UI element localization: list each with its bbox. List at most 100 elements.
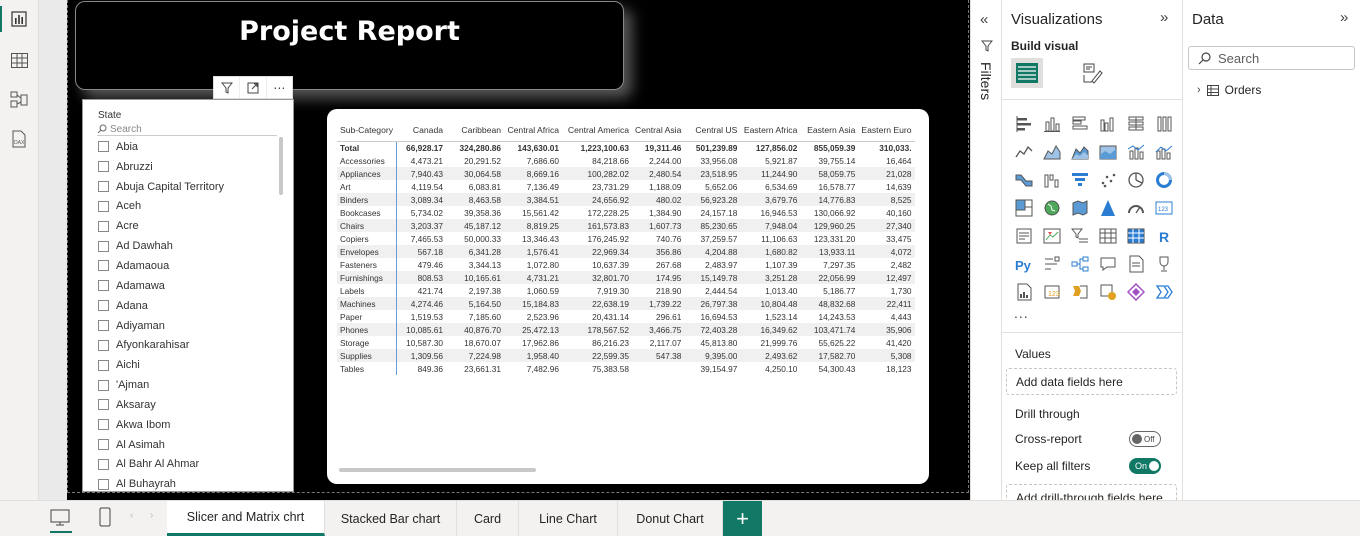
funnel-chart-icon[interactable] <box>1066 166 1094 194</box>
page-tab[interactable]: Card <box>457 501 519 536</box>
page-tab[interactable]: Donut Chart <box>618 501 723 536</box>
matrix-icon[interactable] <box>1122 222 1150 250</box>
stacked-column-chart-icon[interactable] <box>1038 110 1066 138</box>
data-search-input[interactable]: Search <box>1188 46 1355 70</box>
slicer-checkbox[interactable] <box>98 300 109 312</box>
line-chart-icon[interactable] <box>1010 138 1038 166</box>
clustered-column-chart-icon[interactable] <box>1094 110 1122 138</box>
slicer-item[interactable]: Al Buhayrah <box>98 474 278 491</box>
slicer-icon[interactable] <box>1066 222 1094 250</box>
smart-narrative-icon[interactable] <box>1122 250 1150 278</box>
goals-icon[interactable] <box>1150 250 1178 278</box>
treemap-icon[interactable] <box>1010 194 1038 222</box>
100-stacked-area-icon[interactable] <box>1094 138 1122 166</box>
expand-filters-icon[interactable]: « <box>980 11 988 28</box>
matrix-horizontal-scrollbar[interactable] <box>339 468 536 472</box>
stacked-area-chart-icon[interactable] <box>1066 138 1094 166</box>
power-automate-icon[interactable] <box>1066 278 1094 306</box>
matrix-column-header[interactable]: Eastern Euro <box>858 120 915 142</box>
r-script-visual-icon[interactable]: R <box>1150 222 1178 250</box>
cross-report-toggle[interactable]: Off <box>1129 431 1161 447</box>
slicer-checkbox[interactable] <box>98 280 109 292</box>
scroll-tabs-right-icon[interactable]: › <box>150 510 153 521</box>
slicer-checkbox[interactable] <box>98 339 109 351</box>
slicer-item[interactable]: Adamawa <box>98 276 278 296</box>
donut-chart-icon[interactable] <box>1150 166 1178 194</box>
line-and-stacked-column-icon[interactable] <box>1122 138 1150 166</box>
matrix-column-header[interactable]: Caribbean <box>446 120 505 142</box>
page-tab[interactable]: Slicer and Matrix chrt <box>167 501 325 536</box>
format-visual-tab[interactable] <box>1076 58 1108 88</box>
slicer-item[interactable]: Al Bahr Al Ahmar <box>98 455 278 475</box>
slicer-item[interactable]: Ad Dawhah <box>98 236 278 256</box>
multi-row-card-icon[interactable] <box>1010 222 1038 250</box>
keep-all-filters-toggle[interactable]: On <box>1129 458 1161 474</box>
slicer-checkbox[interactable] <box>98 260 109 272</box>
collapse-visualizations-icon[interactable]: » <box>1160 9 1168 26</box>
slicer-checkbox[interactable] <box>98 161 109 173</box>
slicer-item[interactable]: Adiyaman <box>98 316 278 336</box>
matrix-column-header[interactable]: Eastern Asia <box>800 120 859 142</box>
chevron-arrows-icon[interactable] <box>1150 278 1178 306</box>
slicer-checkbox[interactable] <box>98 478 109 490</box>
gauge-icon[interactable] <box>1122 194 1150 222</box>
matrix-column-header[interactable]: Sub-Category <box>337 120 397 142</box>
report-title-box[interactable]: Project Report <box>75 1 624 90</box>
slicer-checkbox[interactable] <box>98 200 109 212</box>
slicer-item[interactable]: Aichi <box>98 355 278 375</box>
power-apps-diamond-icon[interactable] <box>1122 278 1150 306</box>
map-icon[interactable] <box>1038 194 1066 222</box>
slicer-item[interactable]: Adamaoua <box>98 256 278 276</box>
slicer-checkbox[interactable] <box>98 399 109 411</box>
slicer-item[interactable]: Abia <box>98 137 278 157</box>
matrix-column-header[interactable]: Central America <box>562 120 633 142</box>
collapse-data-icon[interactable]: » <box>1340 9 1348 26</box>
slicer-checkbox[interactable] <box>98 181 109 193</box>
dax-query-view-icon[interactable]: DAX <box>8 128 30 150</box>
values-drop-zone[interactable]: Add data fields here <box>1006 368 1177 395</box>
100-stacked-column-icon[interactable] <box>1150 110 1178 138</box>
page-tab[interactable]: Line Chart <box>519 501 618 536</box>
100-stacked-bar-icon[interactable] <box>1122 110 1150 138</box>
slicer-checkbox[interactable] <box>98 220 109 232</box>
slicer-item[interactable]: Abuja Capital Territory <box>98 177 278 197</box>
model-view-icon[interactable] <box>8 88 30 110</box>
matrix-column-header[interactable]: Central US <box>684 120 741 142</box>
more-visuals-button[interactable]: ... <box>1014 305 1029 321</box>
build-visual-tab[interactable] <box>1011 58 1043 88</box>
matrix-visual[interactable]: Sub-Category Canada Caribbean Central Afric… <box>327 109 929 484</box>
power-apps-icon[interactable]: 123 <box>1038 278 1066 306</box>
slicer-item[interactable]: Afyonkarahisar <box>98 335 278 355</box>
pie-chart-icon[interactable] <box>1122 166 1150 194</box>
filters-pane-collapsed[interactable]: « Filters <box>970 0 1002 500</box>
kpi-icon[interactable] <box>1038 222 1066 250</box>
slicer-item[interactable]: 'Ajman <box>98 375 278 395</box>
slicer-item[interactable]: Abruzzi <box>98 157 278 177</box>
slicer-checkbox[interactable] <box>98 240 109 252</box>
table-view-icon[interactable] <box>8 49 30 71</box>
scatter-chart-icon[interactable] <box>1094 166 1122 194</box>
slicer-item[interactable]: Akwa Ibom <box>98 415 278 435</box>
matrix-column-header[interactable]: Canada <box>396 120 447 142</box>
matrix-column-header[interactable]: Central Africa <box>504 120 563 142</box>
ribbon-chart-icon[interactable] <box>1010 166 1038 194</box>
add-page-button[interactable]: + <box>723 501 762 536</box>
table-icon[interactable] <box>1094 222 1122 250</box>
azure-ml-icon[interactable] <box>1094 278 1122 306</box>
area-chart-icon[interactable] <box>1038 138 1066 166</box>
focus-mode-icon[interactable] <box>240 77 267 98</box>
report-view-icon[interactable] <box>8 8 30 30</box>
line-and-clustered-column-icon[interactable] <box>1150 138 1178 166</box>
slicer-checkbox[interactable] <box>98 141 109 153</box>
card-icon[interactable]: 123 <box>1150 194 1178 222</box>
filter-icon[interactable] <box>214 77 241 98</box>
slicer-item[interactable]: Al Asimah <box>98 435 278 455</box>
matrix-column-header[interactable]: Central Asia <box>632 120 685 142</box>
more-options-icon[interactable]: ⋯ <box>267 77 292 98</box>
slicer-checkbox[interactable] <box>98 359 109 371</box>
slicer-checkbox[interactable] <box>98 439 109 451</box>
slicer-item[interactable]: Aceh <box>98 197 278 217</box>
slicer-item[interactable]: Aksaray <box>98 395 278 415</box>
filled-map-icon[interactable] <box>1066 194 1094 222</box>
slicer-checkbox[interactable] <box>98 419 109 431</box>
